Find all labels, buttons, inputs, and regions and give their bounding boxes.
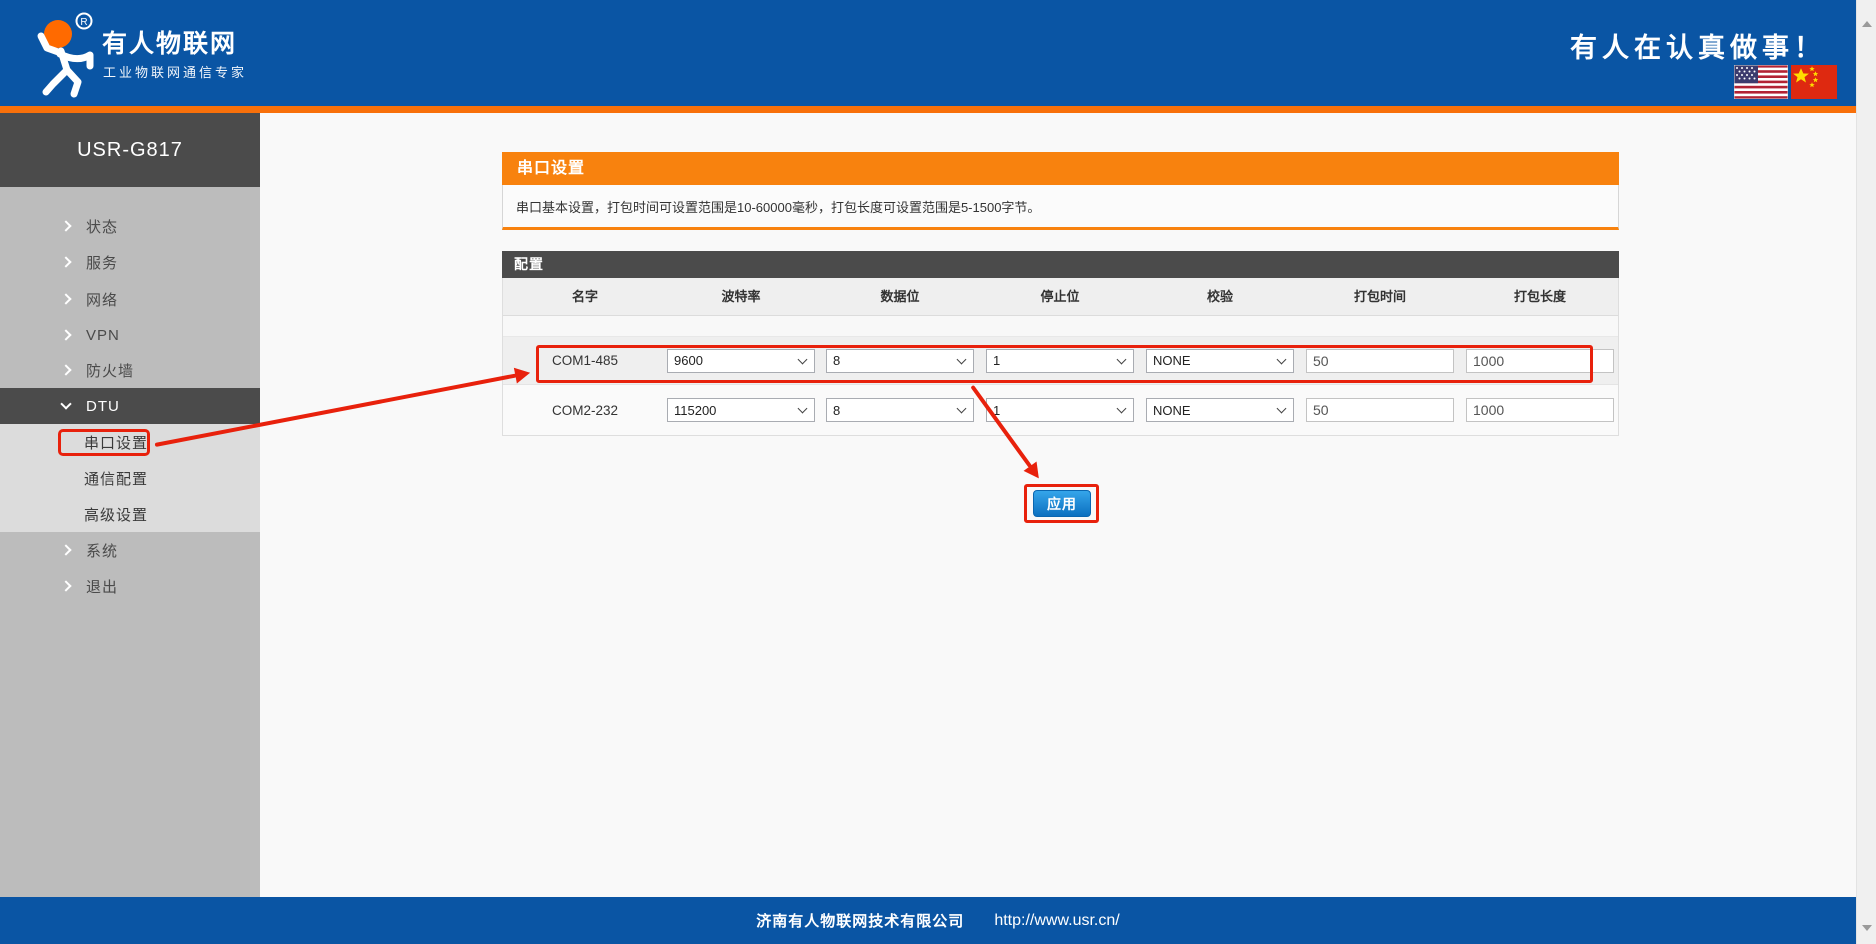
chevron-down-icon (60, 398, 71, 409)
sidebar-subitem-advanced-settings[interactable]: 高级设置 (0, 496, 260, 532)
sidebar-item-label: 系统 (86, 540, 118, 561)
sidebar-item-services[interactable]: 服务 (0, 244, 260, 280)
column-header-packtime: 打包时间 (1306, 278, 1454, 316)
stop-bits-select[interactable]: 1 (986, 349, 1134, 373)
sidebar-item-label: 防火墙 (86, 360, 134, 381)
sidebar: USR-G817 状态 服务 网络 VPN 防火墙 DTU 串口设置 (0, 113, 260, 897)
column-header-name: 名字 (503, 278, 667, 316)
parity-select[interactable]: NONE (1146, 398, 1294, 422)
cn-flag-icon[interactable] (1791, 65, 1837, 99)
stop-bits-select[interactable]: 1 (986, 398, 1134, 422)
usr-logo-icon: R (20, 6, 104, 102)
sidebar-item-label: 退出 (86, 576, 118, 597)
sidebar-item-status[interactable]: 状态 (0, 208, 260, 244)
main-content: 串口设置 串口基本设置，打包时间可设置范围是10-60000毫秒，打包长度可设置… (260, 113, 1856, 897)
port-name-label: COM1-485 (503, 337, 667, 384)
sidebar-item-system[interactable]: 系统 (0, 532, 260, 568)
pack-time-input[interactable] (1306, 349, 1454, 373)
chevron-right-icon (60, 544, 71, 555)
column-header-databits: 数据位 (826, 278, 974, 316)
sidebar-item-dtu[interactable]: DTU (0, 388, 260, 424)
sidebar-subitem-label: 通信配置 (84, 468, 148, 489)
app-header: R 有人物联网 工业物联网通信专家 有人在认真做事！ (0, 0, 1876, 106)
port-name-label: COM2-232 (503, 385, 667, 435)
data-bits-select[interactable]: 8 (826, 398, 974, 422)
brand-subtitle: 工业物联网通信专家 (103, 62, 247, 81)
sidebar-subitem-label: 高级设置 (84, 504, 148, 525)
sidebar-item-firewall[interactable]: 防火墙 (0, 352, 260, 388)
table-row-com2: COM2-232 115200 8 1 NONE (503, 385, 1618, 435)
sidebar-item-vpn[interactable]: VPN (0, 317, 260, 353)
column-header-parity: 校验 (1146, 278, 1294, 316)
column-header-stopbits: 停止位 (986, 278, 1134, 316)
apply-button[interactable]: 应用 (1033, 490, 1091, 517)
table-row-com1: COM1-485 9600 8 1 NONE (503, 337, 1618, 385)
sidebar-item-network[interactable]: 网络 (0, 281, 260, 317)
sidebar-item-logout[interactable]: 退出 (0, 568, 260, 604)
pack-length-input[interactable] (1466, 398, 1614, 422)
brand-title: 有人物联网 (102, 24, 237, 60)
serial-config-table: 名字 波特率 数据位 停止位 校验 打包时间 打包长度 COM1-485 960… (502, 278, 1619, 436)
sidebar-subitem-label: 串口设置 (84, 432, 148, 453)
page-title: 串口设置 (502, 152, 1619, 185)
device-title: USR-G817 (0, 113, 260, 187)
baud-rate-select[interactable]: 115200 (667, 398, 815, 422)
column-header-baud: 波特率 (667, 278, 815, 316)
pack-time-input[interactable] (1306, 398, 1454, 422)
chevron-right-icon (60, 256, 71, 267)
chevron-right-icon (60, 580, 71, 591)
svg-text:R: R (80, 17, 87, 28)
config-section-title: 配置 (502, 251, 1619, 278)
footer-url[interactable]: http://www.usr.cn/ (994, 912, 1119, 930)
pack-length-input[interactable] (1466, 349, 1614, 373)
vertical-scrollbar[interactable] (1856, 0, 1876, 944)
us-flag-icon[interactable] (1734, 65, 1788, 99)
table-spacer-row (503, 316, 1618, 337)
baud-rate-select[interactable]: 9600 (667, 349, 815, 373)
sidebar-item-label: DTU (86, 398, 120, 415)
description-text: 串口基本设置，打包时间可设置范围是10-60000毫秒，打包长度可设置范围是5-… (516, 197, 1040, 216)
column-header-packlength: 打包长度 (1466, 278, 1614, 316)
chevron-right-icon (60, 293, 71, 304)
sidebar-item-label: 状态 (86, 216, 118, 237)
chevron-right-icon (60, 220, 71, 231)
language-switcher (1734, 65, 1837, 99)
sidebar-item-label: 服务 (86, 252, 118, 273)
sidebar-subitem-serial-settings[interactable]: 串口设置 (0, 424, 260, 460)
scroll-down-arrow-icon[interactable] (1862, 925, 1872, 931)
footer-company: 济南有人物联网技术有限公司 (756, 910, 964, 931)
data-bits-select[interactable]: 8 (826, 349, 974, 373)
chevron-right-icon (60, 364, 71, 375)
scroll-up-arrow-icon[interactable] (1862, 21, 1872, 27)
parity-select[interactable]: NONE (1146, 349, 1294, 373)
serial-settings-page: R 有人物联网 工业物联网通信专家 有人在认真做事！ (0, 0, 1876, 944)
chevron-right-icon (60, 329, 71, 340)
header-slogan: 有人在认真做事！ (1570, 26, 1826, 65)
sidebar-item-label: 网络 (86, 289, 118, 310)
description-box: 串口基本设置，打包时间可设置范围是10-60000毫秒，打包长度可设置范围是5-… (502, 185, 1619, 230)
table-header-row: 名字 波特率 数据位 停止位 校验 打包时间 打包长度 (503, 278, 1618, 316)
sidebar-subitem-comm-config[interactable]: 通信配置 (0, 460, 260, 496)
page-footer: 济南有人物联网技术有限公司 http://www.usr.cn/ (0, 897, 1876, 944)
header-accent-strip (0, 106, 1876, 113)
sidebar-item-label: VPN (86, 327, 120, 344)
